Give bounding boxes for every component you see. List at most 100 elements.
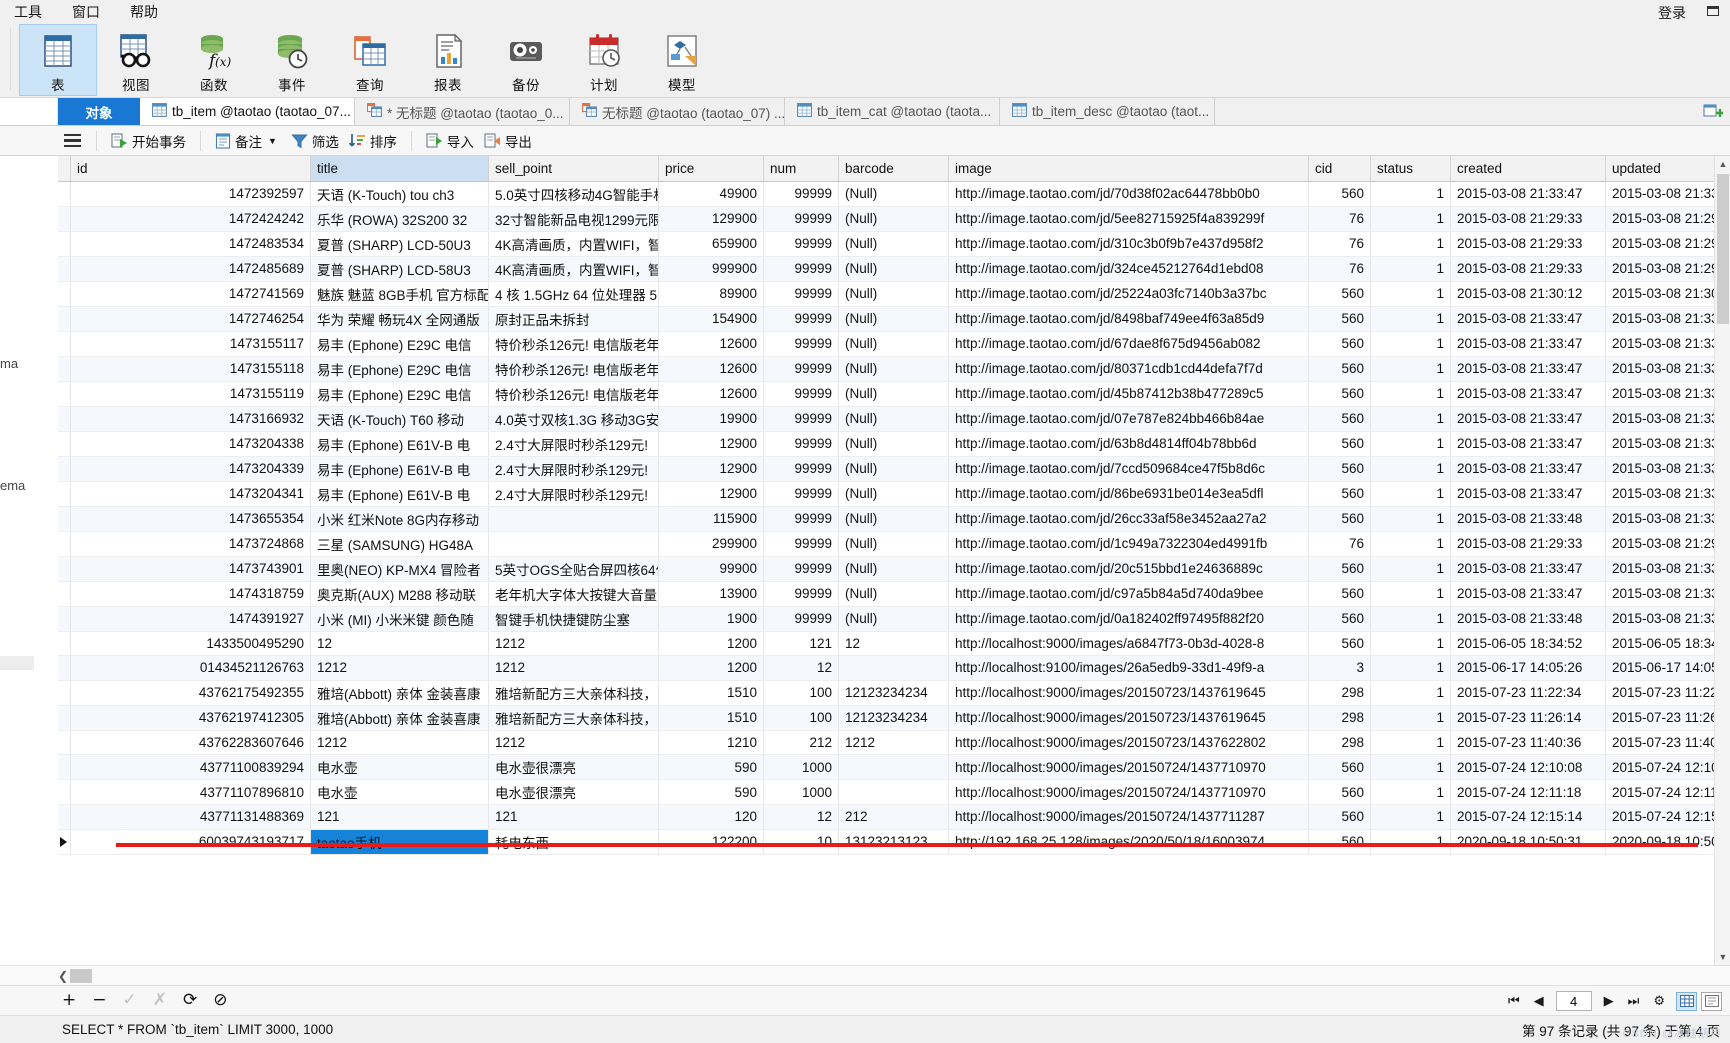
cell-cid[interactable]: 3 xyxy=(1308,655,1371,681)
note-button[interactable]: 备注 ▼ xyxy=(210,129,282,153)
cell-cid[interactable]: 560 xyxy=(1308,779,1371,805)
login-link[interactable]: 登录 xyxy=(1658,3,1686,23)
cell-barcode[interactable]: (Null) xyxy=(838,206,949,232)
cell-status[interactable]: 1 xyxy=(1370,231,1451,257)
cell-cid[interactable]: 560 xyxy=(1308,381,1371,407)
cell-updated[interactable]: 2015-06-05 18:34:5 xyxy=(1605,631,1714,656)
cell-id[interactable]: 1473743901 xyxy=(70,556,311,582)
cell-title[interactable]: 里奥(NEO) KP-MX4 冒险者 xyxy=(310,556,489,582)
cell-price[interactable]: 99900 xyxy=(658,556,764,582)
table-row[interactable]: 1473155119 易丰 (Ephone) E29C 电信 特价秒杀126元! 电… xyxy=(58,381,1714,407)
scroll-left-arrow[interactable]: ❮ xyxy=(58,969,68,983)
cell-barcode[interactable] xyxy=(838,754,949,780)
cell-num[interactable]: 99999 xyxy=(763,431,839,457)
ribbon-button-backup[interactable]: 备份 xyxy=(487,24,565,96)
cell-price[interactable]: 999900 xyxy=(658,256,764,282)
table-row[interactable]: 43771131488369 121 121 120 12 212 http://local… xyxy=(58,804,1714,830)
row-marker[interactable] xyxy=(58,556,71,582)
table-row[interactable]: 43771107896810 电水壶 电水壶很漂亮 590 1000 http://loc… xyxy=(58,779,1714,805)
cell-updated[interactable]: 2015-03-08 21:29:3 xyxy=(1605,531,1714,557)
cell-num[interactable]: 99999 xyxy=(763,381,839,407)
tab-tb-item[interactable]: tb_item @taotao (taotao_07... xyxy=(140,98,355,125)
vertical-scroll-thumb[interactable] xyxy=(1717,174,1729,324)
hamburger-icon[interactable] xyxy=(58,132,87,150)
cell-barcode[interactable]: (Null) xyxy=(838,356,949,382)
cell-sell_point[interactable]: 2.4寸大屏限时秒杀129元! xyxy=(488,481,659,507)
stop-button[interactable]: ⊘ xyxy=(213,992,227,1009)
cell-price[interactable]: 115900 xyxy=(658,506,764,532)
cell-barcode[interactable]: (Null) xyxy=(838,481,949,507)
chevron-down-icon[interactable]: ▼ xyxy=(268,136,277,146)
cell-cid[interactable]: 560 xyxy=(1308,804,1371,830)
cell-cid[interactable]: 560 xyxy=(1308,556,1371,582)
table-row[interactable]: 43771100839294 电水壶 电水壶很漂亮 590 1000 http://loc… xyxy=(58,754,1714,780)
table-row[interactable]: 1472485689 夏普 (SHARP) LCD-58U3 4K高清画质，内置WI… xyxy=(58,256,1714,282)
ribbon-button-model[interactable]: 模型 xyxy=(643,24,721,96)
cell-created[interactable]: 2015-03-08 21:29:33 xyxy=(1450,231,1606,257)
cell-price[interactable]: 590 xyxy=(658,779,764,805)
cell-barcode[interactable]: (Null) xyxy=(838,231,949,257)
cell-sell_point[interactable]: 2.4寸大屏限时秒杀129元! xyxy=(488,431,659,457)
cell-created[interactable]: 2015-03-08 21:33:48 xyxy=(1450,606,1606,632)
cell-num[interactable]: 121 xyxy=(763,631,839,656)
cell-id[interactable]: 1474318759 xyxy=(70,581,311,607)
cell-title[interactable]: 夏普 (SHARP) LCD-50U3 xyxy=(310,231,489,257)
column-header-barcode[interactable]: barcode xyxy=(838,156,949,182)
cell-num[interactable]: 99999 xyxy=(763,206,839,232)
cell-sell_point[interactable]: 1212 xyxy=(488,655,659,681)
cell-cid[interactable]: 560 xyxy=(1308,481,1371,507)
cell-num[interactable]: 99999 xyxy=(763,256,839,282)
cell-barcode[interactable]: (Null) xyxy=(838,606,949,632)
cell-title[interactable]: 12 xyxy=(310,631,489,656)
row-marker[interactable] xyxy=(58,531,71,557)
vertical-scrollbar[interactable]: ▲ ▼ xyxy=(1714,156,1730,965)
cell-num[interactable]: 100 xyxy=(763,680,839,706)
cell-price[interactable]: 1210 xyxy=(658,730,764,755)
cell-title[interactable]: 乐华 (ROWA) 32S200 32 xyxy=(310,206,489,232)
cell-price[interactable]: 12900 xyxy=(658,431,764,457)
cell-status[interactable]: 1 xyxy=(1370,331,1451,357)
cell-title[interactable]: 小米 红米Note 8G内存移动 xyxy=(310,506,489,532)
column-header-price[interactable]: price xyxy=(658,156,764,182)
cell-cid[interactable]: 298 xyxy=(1308,680,1371,706)
cell-price[interactable]: 1200 xyxy=(658,655,764,681)
cell-updated[interactable]: 2015-03-08 21:33:4 xyxy=(1605,506,1714,532)
table-row[interactable]: 1473204341 易丰 (Ephone) E61V-B 电 2.4寸大屏限时秒杀… xyxy=(58,481,1714,507)
cell-sell_point[interactable]: 雅培新配方三大亲体科技，睡 xyxy=(488,705,659,731)
cell-cid[interactable]: 560 xyxy=(1308,281,1371,307)
cell-title[interactable]: 雅培(Abbott) 亲体 金装喜康 xyxy=(310,680,489,706)
row-marker[interactable] xyxy=(58,181,71,207)
cell-num[interactable]: 99999 xyxy=(763,406,839,432)
cell-status[interactable]: 1 xyxy=(1370,730,1451,755)
cell-image[interactable]: http://image.taotao.com/jd/5ee82715925f4… xyxy=(948,206,1309,232)
tab-untitled-query-1[interactable]: * 无标题 @taotao (taotao_0... xyxy=(355,98,570,125)
cell-image[interactable]: http://192.168.25.128/images/2020/50/18/… xyxy=(948,829,1309,855)
cell-num[interactable]: 99999 xyxy=(763,581,839,607)
cell-barcode[interactable]: (Null) xyxy=(838,306,949,332)
row-marker[interactable] xyxy=(58,331,71,357)
cell-created[interactable]: 2020-09-18 10:50:31 xyxy=(1450,829,1606,855)
cell-title[interactable]: 1212 xyxy=(310,730,489,755)
cell-updated[interactable]: 2015-03-08 21:33:4 xyxy=(1605,356,1714,382)
cell-barcode[interactable]: (Null) xyxy=(838,331,949,357)
table-row[interactable]: 43762175492355 雅培(Abbott) 亲体 金装喜康 雅培新配方三大亲… xyxy=(58,680,1714,706)
cell-price[interactable]: 12900 xyxy=(658,481,764,507)
cell-cid[interactable]: 560 xyxy=(1308,406,1371,432)
cell-sell_point[interactable]: 5英寸OGS全贴合屏四核64位 xyxy=(488,556,659,582)
cell-barcode[interactable]: (Null) xyxy=(838,506,949,532)
cell-status[interactable]: 1 xyxy=(1370,481,1451,507)
cell-barcode[interactable]: 212 xyxy=(838,804,949,830)
cell-price[interactable]: 129900 xyxy=(658,206,764,232)
tab-objects[interactable]: 对象 xyxy=(58,98,140,125)
cell-title[interactable]: 1212 xyxy=(310,655,489,681)
cell-cid[interactable]: 76 xyxy=(1308,531,1371,557)
cell-title[interactable]: 魅族 魅蓝 8GB手机 官方标配 xyxy=(310,281,489,307)
grid-scroll-container[interactable]: id title sell_point price num barcode image cid… xyxy=(58,156,1714,965)
cell-image[interactable]: http://image.taotao.com/jd/67dae8f675d94… xyxy=(948,331,1309,357)
cell-status[interactable]: 1 xyxy=(1370,581,1451,607)
refresh-button[interactable]: ⟳ xyxy=(183,992,197,1009)
cell-num[interactable]: 99999 xyxy=(763,281,839,307)
cell-id[interactable]: 1472392597 xyxy=(70,181,311,207)
ribbon-button-view[interactable]: 视图 xyxy=(97,24,175,96)
cell-sell_point[interactable] xyxy=(488,506,659,532)
